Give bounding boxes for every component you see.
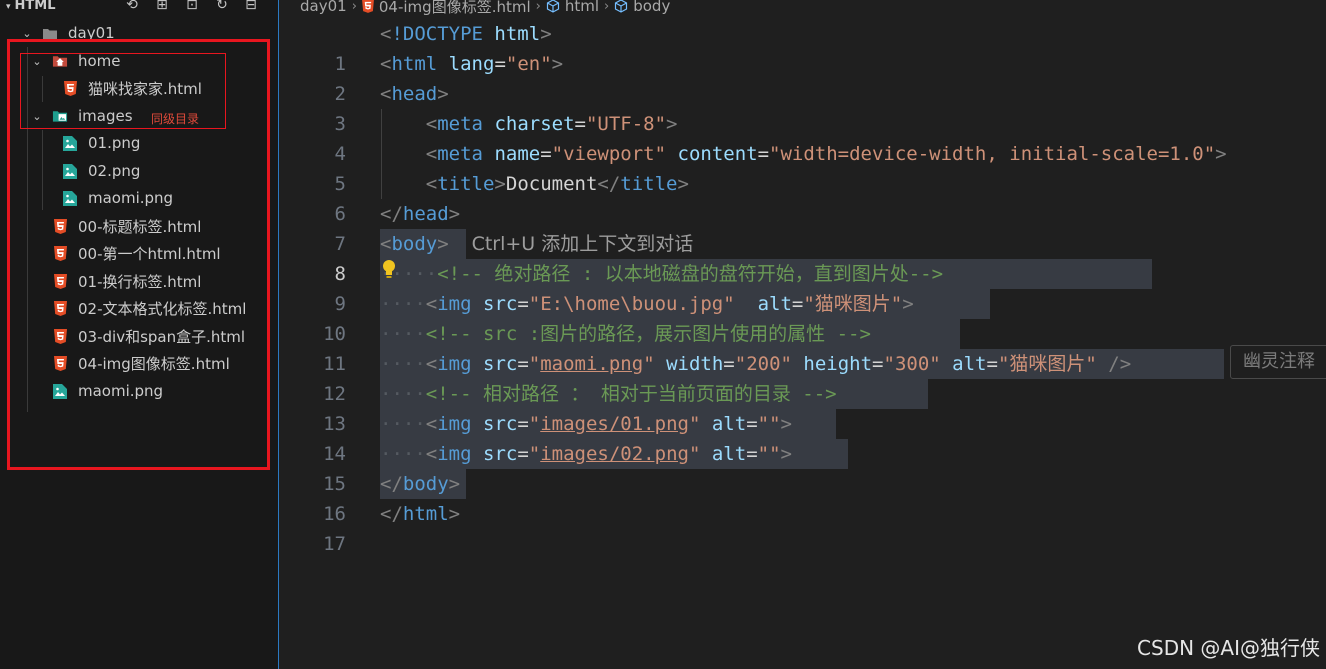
breadcrumb-element-body[interactable]: body — [633, 0, 670, 15]
breadcrumb-file[interactable]: 04-img图像标签.html — [379, 0, 531, 17]
breadcrumb: day01 › 04-img图像标签.html › html › body — [300, 0, 670, 16]
code-line: 13 ····<!-- 相对路径 ： 相对于当前页面的目录 --> — [280, 379, 1326, 435]
collapse-all-icon[interactable]: ⊟ — [241, 0, 261, 13]
element-cube-icon — [614, 0, 628, 13]
chevron-right-icon: › — [604, 0, 610, 14]
ghost-comment-hint[interactable]: 幽灵注释 — [1230, 345, 1326, 379]
code-line: 2 <html lang="en"> — [280, 49, 1326, 105]
code-line: 4 <meta charset="UTF-8"> — [280, 109, 1326, 165]
code-line: 15 ····<img src="images/02.png" alt=""> — [280, 439, 1326, 495]
code-line: 5 <meta name="viewport" content="width=d… — [280, 139, 1326, 195]
workspace-name: HTML — [14, 0, 56, 13]
line-number: 17 — [323, 533, 346, 555]
code-line: 17 </html> — [280, 499, 1326, 555]
explorer-title[interactable]: ▾ HTML — [6, 0, 56, 13]
code-editor[interactable]: day01 › 04-img图像标签.html › html › body 1 … — [280, 0, 1326, 669]
code-line-active: 8 <body> Ctrl+U 添加上下文到对话 — [280, 229, 1326, 285]
code-line: 7 </head> — [280, 199, 1326, 255]
explorer-header: ▾ HTML ⟲ ⊞ ⊡ ↻ ⊟ — [0, 0, 278, 14]
html5-file-icon — [361, 0, 374, 13]
refresh-icon[interactable]: ↻ — [212, 0, 232, 13]
annotation-box-inner — [20, 53, 226, 129]
new-folder-icon[interactable]: ⊡ — [182, 0, 202, 13]
chevron-right-icon: › — [535, 0, 541, 14]
code-line: 10 ····<img src="E:\home\buou.jpg" alt="… — [280, 289, 1326, 345]
code-line: 11 ····<!-- src :图片的路径，展示图片使用的属性 --> — [280, 319, 1326, 375]
new-file-icon[interactable]: ⊞ — [152, 0, 172, 13]
open-editors-icon[interactable]: ⟲ — [122, 0, 142, 13]
breadcrumb-element-html[interactable]: html — [565, 0, 599, 15]
vscode-window: ▾ HTML ⟲ ⊞ ⊡ ↻ ⊟ ⌄ day01 ⌄ home 猫咪找家家.ht… — [0, 0, 1326, 669]
code-line: 3 <head> — [280, 79, 1326, 135]
code-line: 6 <title>Document</title> — [280, 169, 1326, 225]
code-line: 16 </body> — [280, 469, 1326, 525]
watermark: CSDN @AI@独行侠 — [1137, 636, 1320, 660]
code-line: 1 <!DOCTYPE html> — [280, 19, 1326, 75]
explorer-sidebar: ▾ HTML ⟲ ⊞ ⊡ ↻ ⊟ ⌄ day01 ⌄ home 猫咪找家家.ht… — [0, 0, 279, 669]
code-line: 12 ····<img src="maomi.png" width="200" … — [280, 349, 1326, 405]
code-line: 9 ·····<!-- 绝对路径 : 以本地磁盘的盘符开始，直到图片处--> — [280, 259, 1326, 315]
inline-hint: Ctrl+U 添加上下文到对话 — [471, 233, 694, 255]
chevron-right-icon: › — [351, 0, 357, 14]
chevron-down-icon: ▾ — [6, 2, 11, 12]
lightbulb-icon[interactable] — [381, 259, 397, 281]
element-cube-icon — [546, 0, 560, 13]
breadcrumb-folder[interactable]: day01 — [300, 0, 347, 15]
code-line: 14 ····<img src="images/01.png" alt=""> — [280, 409, 1326, 465]
chevron-down-icon: ⌄ — [22, 26, 32, 40]
